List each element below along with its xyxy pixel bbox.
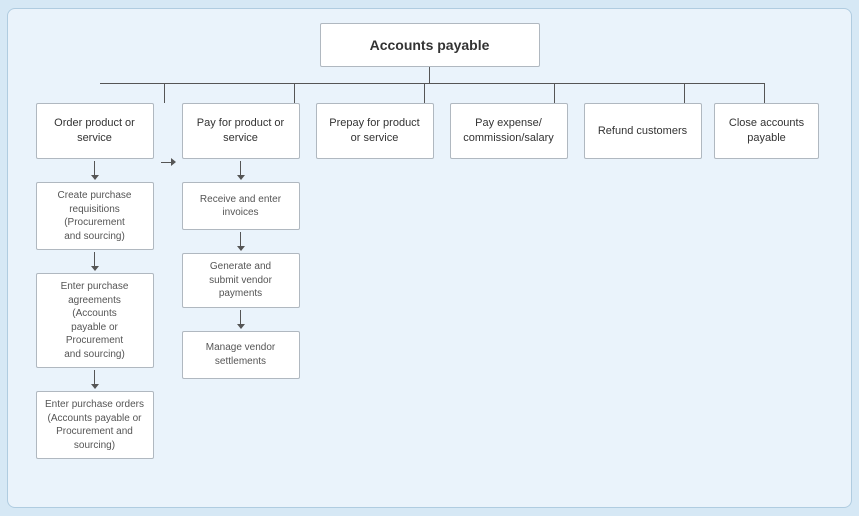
pay-sub-1: Receive and enter invoices <box>182 182 300 230</box>
root-node: Accounts payable <box>320 23 540 67</box>
diagram-container: Accounts payable Order product or servic… <box>7 8 852 508</box>
col-close: Close accounts payable <box>714 103 819 159</box>
col-prepay: Prepay for product or service <box>316 103 434 159</box>
order-sub-1: Create purchase requisitions (Procuremen… <box>36 182 154 250</box>
col-refund: Refund customers <box>584 103 702 159</box>
order-sub-2: Enter purchase agreements (Accounts paya… <box>36 273 154 368</box>
col-pay: Pay for product or service <box>182 103 300 159</box>
pay-sub-3: Manage vendor settlements <box>182 331 300 379</box>
pay-sub-2: Generate and submit vendor payments <box>182 253 300 308</box>
col-order: Order product or service <box>36 103 154 159</box>
col-expense: Pay expense/ commission/salary <box>450 103 568 159</box>
order-sub-3: Enter purchase orders (Accounts payable … <box>36 391 154 459</box>
